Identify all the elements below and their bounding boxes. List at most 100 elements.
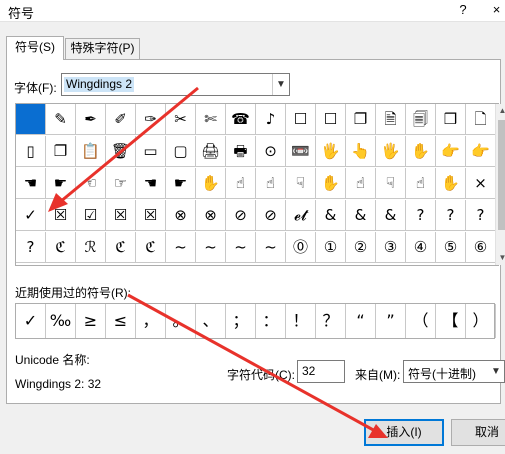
cancel-button[interactable]: 取消 bbox=[451, 419, 505, 446]
symbol-cell[interactable]: ? bbox=[406, 200, 436, 231]
symbol-cell[interactable]: ⓪ bbox=[286, 232, 316, 263]
symbol-cell[interactable]: ☝ bbox=[406, 168, 436, 199]
symbol-cell[interactable]: ✓ bbox=[16, 200, 46, 231]
symbol-cell[interactable]: & bbox=[316, 200, 346, 231]
symbol-cell[interactable]: ☒ bbox=[46, 200, 76, 231]
symbol-cell[interactable]: ☜ bbox=[76, 168, 106, 199]
symbol-cell[interactable]: 🗑 bbox=[106, 136, 136, 167]
symbol-cell[interactable]: ☟ bbox=[286, 168, 316, 199]
symbol-cell[interactable]: ⊗ bbox=[196, 200, 226, 231]
symbol-cell[interactable]: ④ bbox=[406, 232, 436, 263]
font-select[interactable]: Wingdings 2 ▼ bbox=[61, 73, 290, 96]
symbol-cell[interactable]: ✎ bbox=[46, 104, 76, 135]
symbol-cell[interactable]: 🗎 bbox=[376, 104, 406, 135]
recent-symbol-cell[interactable]: ？ bbox=[316, 304, 346, 338]
recent-symbol-cell[interactable]: ‰ bbox=[46, 304, 76, 338]
symbol-cell[interactable]: 👆 bbox=[346, 136, 376, 167]
symbol-cell[interactable]: ☛ bbox=[46, 168, 76, 199]
symbol-cell[interactable]: ♪ bbox=[256, 104, 286, 135]
symbol-cell[interactable]: ? bbox=[16, 232, 46, 263]
symbol-cell[interactable]: ~ bbox=[256, 232, 286, 263]
recent-symbol-cell[interactable]: ； bbox=[226, 304, 256, 338]
symbol-cell[interactable]: × bbox=[466, 168, 496, 199]
recent-symbol-cell[interactable]: 【 bbox=[436, 304, 466, 338]
recent-symbol-cell[interactable]: “ bbox=[346, 304, 376, 338]
recent-symbol-cell[interactable]: ✓ bbox=[16, 304, 46, 338]
symbol-cell[interactable]: ✂ bbox=[166, 104, 196, 135]
recent-symbols-row[interactable]: ✓ ‰ ≥ ≤，。、；：！？ “” （【） bbox=[15, 303, 496, 339]
symbol-cell[interactable]: 👉 bbox=[466, 136, 496, 167]
symbol-cell[interactable]: ☝ bbox=[346, 168, 376, 199]
symbol-cell[interactable]: ☚ bbox=[136, 168, 166, 199]
tab-special-characters[interactable]: 特殊字符(P) bbox=[65, 38, 140, 59]
symbol-cell[interactable]: ⊙ bbox=[256, 136, 286, 167]
symbol-cell[interactable]: ✋ bbox=[316, 168, 346, 199]
recent-symbol-cell[interactable]: ： bbox=[256, 304, 286, 338]
symbol-cell[interactable]: 🗋 bbox=[466, 104, 496, 135]
symbol-cell[interactable]: ☝ bbox=[256, 168, 286, 199]
symbol-cell[interactable]: 📼 bbox=[286, 136, 316, 167]
symbol-cell[interactable]: ✋ bbox=[436, 168, 466, 199]
help-button[interactable]: ? bbox=[454, 1, 472, 19]
symbol-cell[interactable]: 🖶 bbox=[226, 136, 256, 167]
symbol-cell[interactable]: ☝ bbox=[226, 168, 256, 199]
symbol-cell[interactable]: ~ bbox=[166, 232, 196, 263]
symbol-cell[interactable]: ✋ bbox=[196, 168, 226, 199]
symbol-cell[interactable]: 🖨 bbox=[196, 136, 226, 167]
symbol-cell[interactable]: ❐ bbox=[346, 104, 376, 135]
symbol-cell[interactable]: ⑤ bbox=[436, 232, 466, 263]
symbol-cell[interactable]: & bbox=[376, 200, 406, 231]
symbol-cell[interactable]: ℛ bbox=[76, 232, 106, 263]
symbol-cell[interactable]: ❒ bbox=[436, 104, 466, 135]
symbol-cell[interactable]: ℭ bbox=[136, 232, 166, 263]
recent-symbol-cell[interactable]: （ bbox=[406, 304, 436, 338]
symbol-cell[interactable]: ? bbox=[436, 200, 466, 231]
recent-symbol-cell[interactable]: 、 bbox=[196, 304, 226, 338]
symbol-cell[interactable]: ✑ bbox=[136, 104, 166, 135]
symbol-cell[interactable]: ℭ bbox=[46, 232, 76, 263]
symbol-cell[interactable]: ② bbox=[346, 232, 376, 263]
symbol-cell[interactable]: ☟ bbox=[376, 168, 406, 199]
symbol-cell[interactable]: ~ bbox=[196, 232, 226, 263]
symbol-cell[interactable]: ▢ bbox=[166, 136, 196, 167]
symbol-cell[interactable]: ⑥ bbox=[466, 232, 496, 263]
chevron-down-icon[interactable]: ▼ bbox=[488, 361, 504, 382]
symbol-cell[interactable]: ✋ bbox=[406, 136, 436, 167]
symbol-cell[interactable]: ☒ bbox=[136, 200, 166, 231]
tab-symbols[interactable]: 符号(S) bbox=[6, 36, 64, 60]
from-select[interactable]: 符号(十进制) ▼ bbox=[403, 360, 505, 383]
symbol-cell[interactable]: 𝓮𝓽 bbox=[286, 200, 316, 231]
recent-symbol-cell[interactable]: ， bbox=[136, 304, 166, 338]
char-code-input[interactable]: 32 bbox=[297, 360, 345, 383]
symbol-cell[interactable]: ☒ bbox=[106, 200, 136, 231]
recent-symbol-cell[interactable]: ） bbox=[466, 304, 496, 338]
recent-symbol-cell[interactable]: ≥ bbox=[76, 304, 106, 338]
symbol-cell[interactable]: & bbox=[346, 200, 376, 231]
symbol-cell[interactable]: ☎ bbox=[226, 104, 256, 135]
symbol-cell[interactable]: ? bbox=[466, 200, 496, 231]
symbol-cell[interactable]: ✐ bbox=[106, 104, 136, 135]
recent-symbol-cell[interactable]: ≤ bbox=[106, 304, 136, 338]
symbol-cell[interactable]: ▯ bbox=[16, 136, 46, 167]
symbol-cell[interactable]: ☐ bbox=[316, 104, 346, 135]
scroll-up-arrow-icon[interactable]: ▲ bbox=[496, 104, 505, 118]
symbol-cell[interactable]: ☑ bbox=[76, 200, 106, 231]
symbol-cell[interactable]: 🗐 bbox=[406, 104, 436, 135]
chevron-down-icon[interactable]: ▼ bbox=[272, 74, 289, 95]
symbol-cell[interactable]: ☞ bbox=[106, 168, 136, 199]
symbol-cell[interactable]: ❐ bbox=[46, 136, 76, 167]
symbol-cell[interactable]: ▭ bbox=[136, 136, 166, 167]
symbol-cell[interactable]: ⊗ bbox=[166, 200, 196, 231]
symbol-cell[interactable] bbox=[16, 104, 46, 135]
scroll-down-arrow-icon[interactable]: ▼ bbox=[496, 251, 505, 265]
symbol-cell[interactable]: ☐ bbox=[286, 104, 316, 135]
symbol-cell[interactable]: ☛ bbox=[166, 168, 196, 199]
symbol-cell[interactable]: ℭ bbox=[106, 232, 136, 263]
symbol-cell[interactable]: ① bbox=[316, 232, 346, 263]
symbol-cell[interactable]: ⊘ bbox=[226, 200, 256, 231]
symbol-cell[interactable]: ⊘ bbox=[256, 200, 286, 231]
close-button[interactable]: × bbox=[488, 1, 505, 19]
symbol-cell[interactable]: ☚ bbox=[16, 168, 46, 199]
symbol-cell[interactable]: 📋 bbox=[76, 136, 106, 167]
insert-button[interactable]: 插入(I) bbox=[364, 419, 444, 446]
